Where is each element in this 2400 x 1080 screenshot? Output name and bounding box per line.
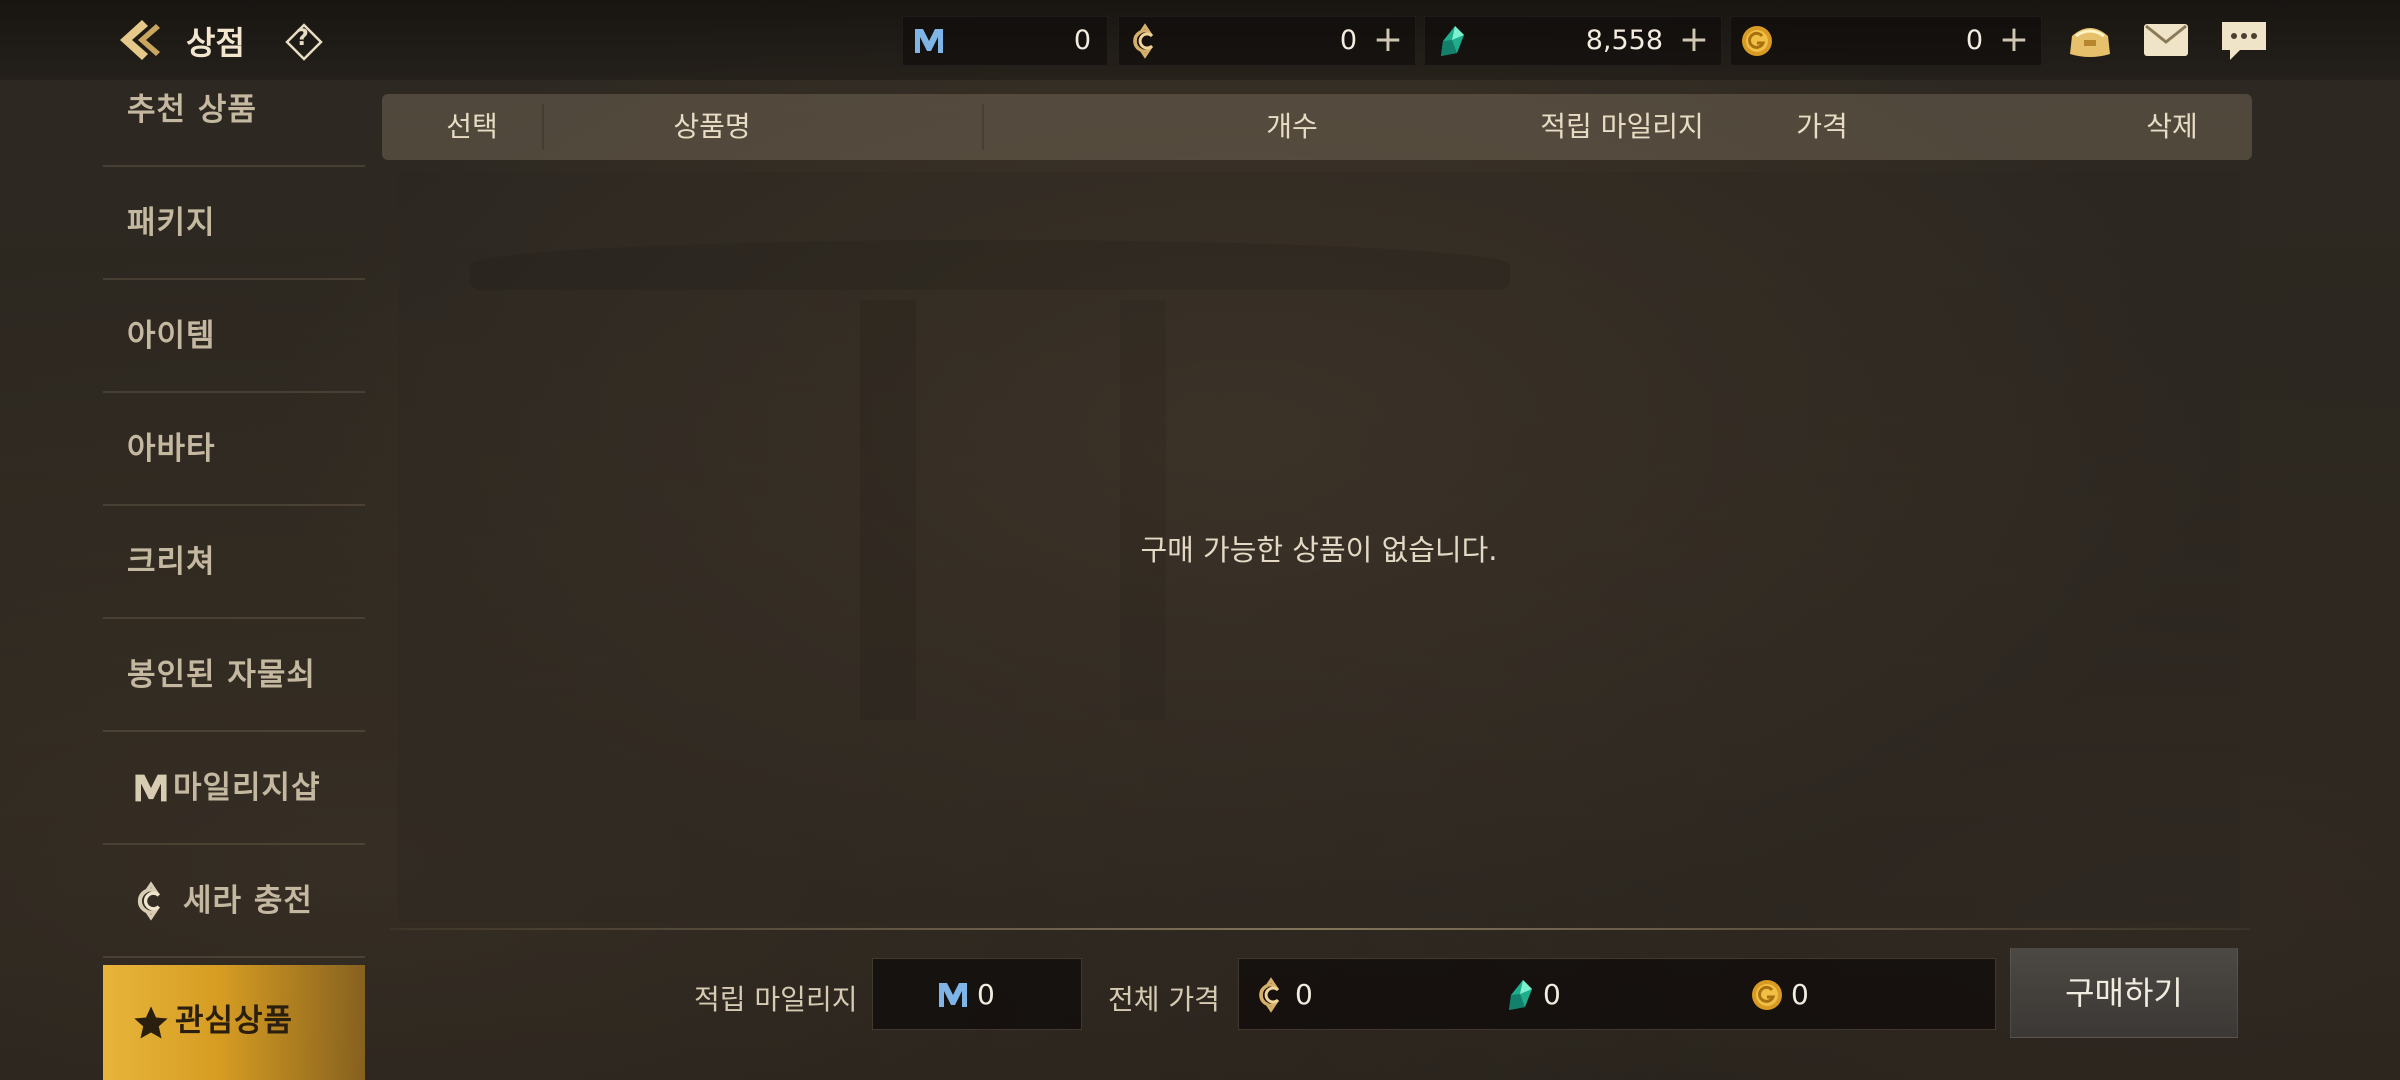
chat-button[interactable] xyxy=(2218,14,2270,66)
cart-table-body: 구매 가능한 상품이 없습니다. xyxy=(398,172,2240,922)
add-gold-button[interactable]: + xyxy=(1999,22,2029,58)
sidebar-item-sealed-lock[interactable]: 봉인된 자물쇠 xyxy=(103,619,365,732)
gold-coin-icon xyxy=(1752,980,1782,1010)
sidebar-item-label: 관심상품 xyxy=(175,1003,294,1039)
gold-value: 0 xyxy=(1965,25,1983,56)
mail-icon xyxy=(2144,24,2188,56)
sidebar-item-package[interactable]: 패키지 xyxy=(103,167,365,280)
column-header-product-name: 상품명 xyxy=(673,110,751,143)
sidebar-item-recommended[interactable]: 추천 상품 xyxy=(103,80,365,167)
column-divider xyxy=(542,104,544,150)
mileage-value: 0 xyxy=(1073,25,1091,56)
column-divider xyxy=(982,104,984,150)
sidebar-item-avatar[interactable]: 아바타 xyxy=(103,393,365,506)
gold-coin-icon xyxy=(1742,26,1772,56)
earned-mileage-label: 적립 마일리지 xyxy=(694,983,858,1016)
sidebar-item-sera-charge[interactable]: 세라 충전 xyxy=(103,845,365,958)
sidebar-item-label: 봉인된 자물쇠 xyxy=(127,657,316,693)
sidebar-item-item[interactable]: 아이템 xyxy=(103,280,365,393)
mileage-balance: 0 xyxy=(902,16,1108,66)
cart-table-header: 선택 상품명 개수 적립 마일리지 가격 삭제 xyxy=(382,94,2252,160)
green-gem-icon xyxy=(1509,980,1532,1010)
help-button[interactable]: ? xyxy=(284,22,323,61)
gold-balance: 0 + xyxy=(1730,16,2042,66)
total-gold-value: 0 xyxy=(1791,978,1809,1011)
sidebar-item-label: 크리쳐 xyxy=(127,544,216,580)
empty-cart-message: 구매 가능한 상품이 없습니다. xyxy=(1140,533,1498,567)
sera-coin-icon xyxy=(1259,977,1280,1013)
top-bar: 상점 ? 0 0 + 8,558 + 0 + xyxy=(0,0,2400,80)
add-sera-button[interactable]: + xyxy=(1373,22,1403,58)
sidebar-item-label: 아이템 xyxy=(127,318,216,354)
category-sidebar: 추천 상품 패키지 아이템 아바타 크리쳐 봉인된 자물쇠 마일리지샵 세라 충… xyxy=(103,80,365,1080)
mileage-icon xyxy=(915,29,943,53)
sera-balance: 0 + xyxy=(1118,16,1416,66)
gem-value: 8,558 xyxy=(1585,25,1663,56)
sidebar-item-label: 아바타 xyxy=(127,431,216,467)
sera-coin-icon xyxy=(137,881,161,921)
sidebar-item-label: 패키지 xyxy=(127,205,216,241)
sidebar-item-label: 세라 충전 xyxy=(183,883,313,919)
sidebar-item-label: 마일리지샵 xyxy=(173,770,321,806)
total-sera-value: 0 xyxy=(1295,978,1313,1011)
sidebar-item-creature[interactable]: 크리쳐 xyxy=(103,506,365,619)
earned-mileage-field: 0 xyxy=(872,958,1082,1030)
back-button[interactable] xyxy=(112,14,166,66)
gem-balance: 8,558 + xyxy=(1424,16,1722,66)
total-price-field: 0 0 0 xyxy=(1238,958,1996,1030)
add-gem-button[interactable]: + xyxy=(1679,22,1709,58)
column-header-delete: 삭제 xyxy=(2146,110,2198,143)
mileage-icon xyxy=(135,774,167,802)
sidebar-item-mileage-shop[interactable]: 마일리지샵 xyxy=(103,732,365,845)
help-symbol: ? xyxy=(296,26,309,51)
sidebar-item-wishlist[interactable]: 관심상품 xyxy=(103,965,365,1080)
back-arrow-icon xyxy=(120,20,160,60)
mail-button[interactable] xyxy=(2140,14,2192,66)
column-header-mileage: 적립 마일리지 xyxy=(1540,110,1704,143)
footer-divider xyxy=(390,928,2250,930)
sera-value: 0 xyxy=(1339,25,1357,56)
sera-coin-icon xyxy=(1133,23,1154,59)
column-header-price: 가격 xyxy=(1796,110,1848,143)
earned-mileage-value: 0 xyxy=(977,978,995,1011)
total-price-label: 전체 가격 xyxy=(1108,983,1220,1016)
mileage-icon xyxy=(939,983,967,1007)
column-header-select: 선택 xyxy=(446,110,498,143)
chat-icon xyxy=(2222,22,2266,60)
sidebar-item-label: 추천 상품 xyxy=(127,92,257,128)
star-icon xyxy=(134,1006,168,1039)
purchase-button[interactable]: 구매하기 xyxy=(2010,948,2238,1038)
green-gem-icon xyxy=(1441,26,1464,56)
total-gem-value: 0 xyxy=(1543,978,1561,1011)
page-title: 상점 xyxy=(186,24,245,62)
column-header-quantity: 개수 xyxy=(1266,110,1318,143)
wallet-button[interactable] xyxy=(2064,14,2116,66)
wallet-icon xyxy=(2070,28,2110,57)
